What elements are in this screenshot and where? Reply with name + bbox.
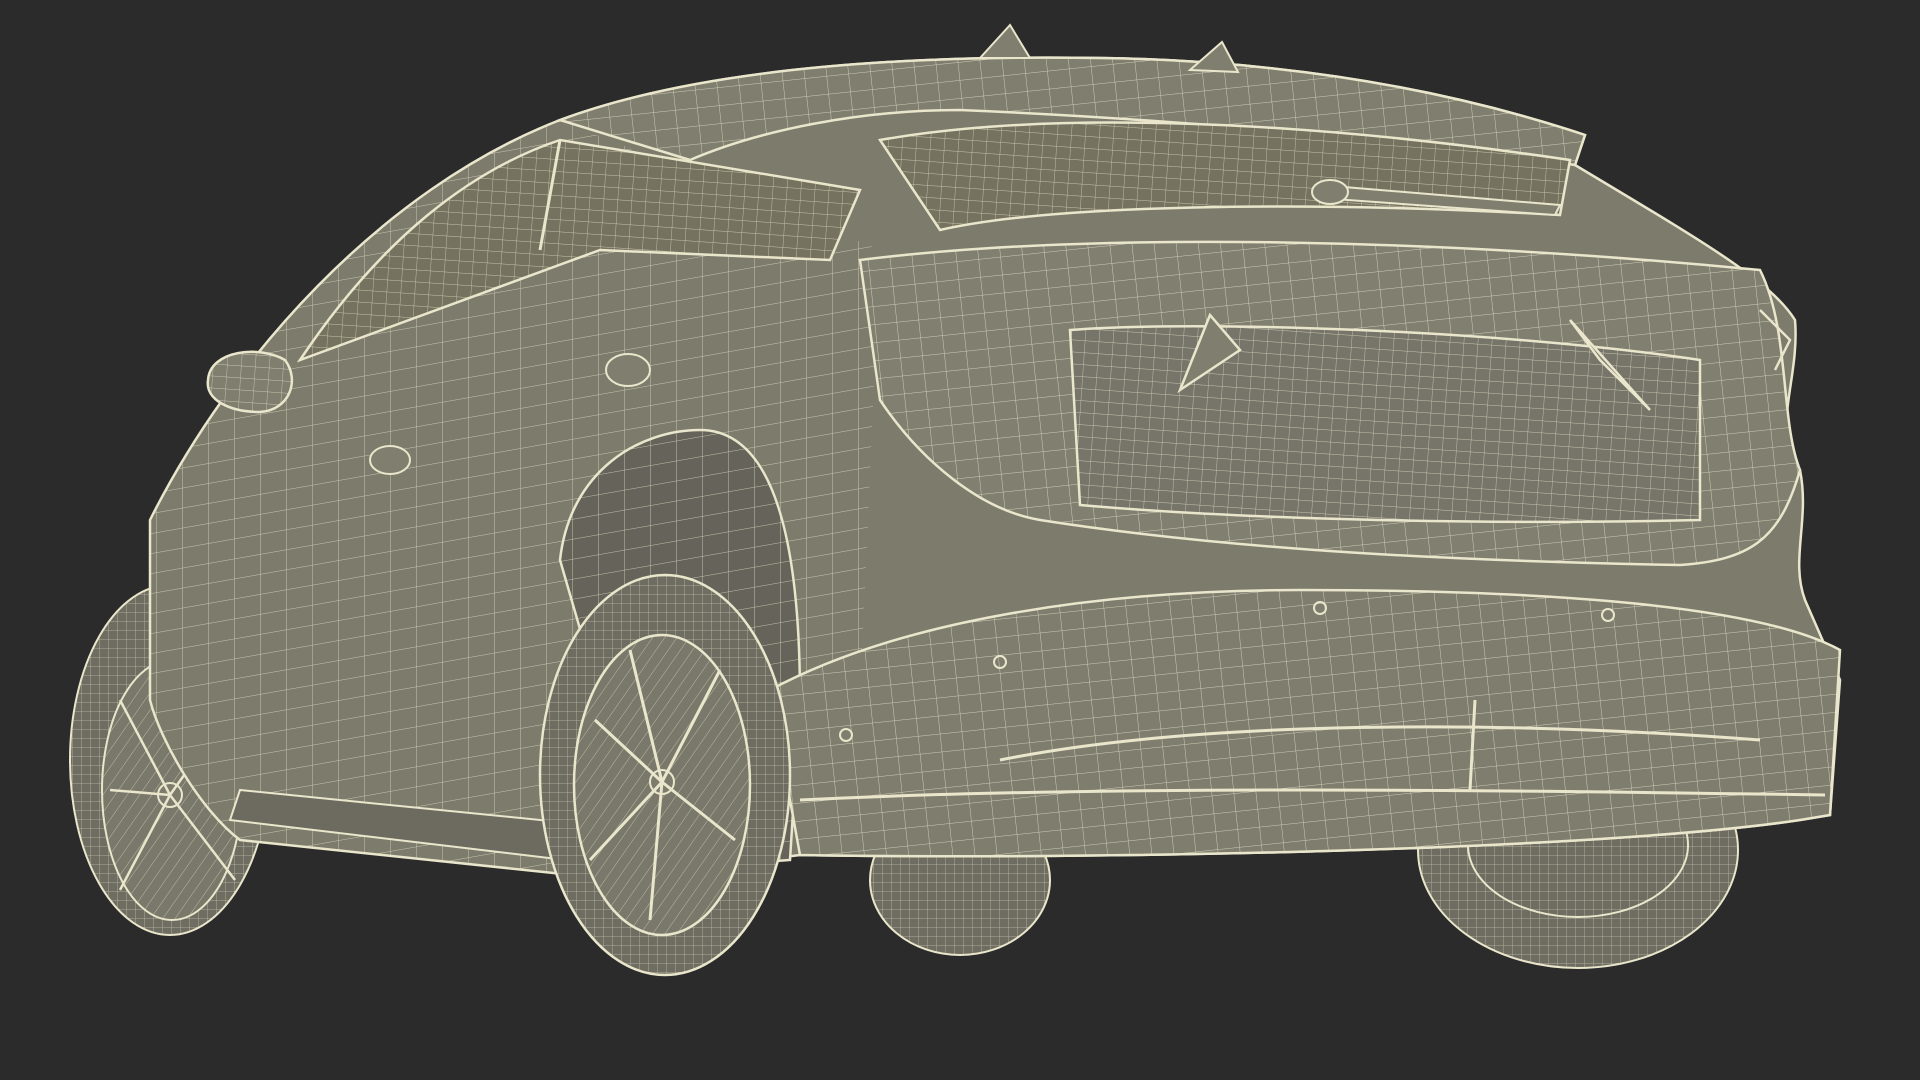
render-viewport	[0, 0, 1920, 1080]
side-mirror	[206, 350, 294, 414]
rear-left-wheel	[538, 573, 792, 977]
car-body	[148, 23, 1842, 886]
car-wireframe-render	[69, 23, 1842, 977]
